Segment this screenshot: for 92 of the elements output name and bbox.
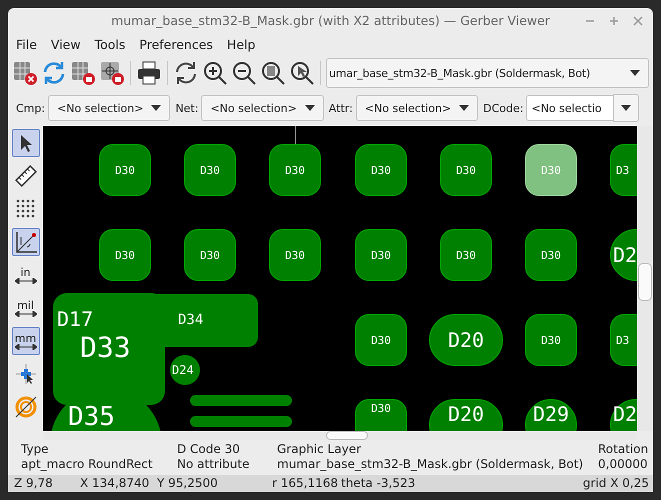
filter-label: Attr: [328, 102, 353, 115]
double-arrow-icon [14, 310, 36, 317]
pad: D30 [525, 314, 577, 366]
grid-icon [16, 199, 36, 220]
info-value: 0,00000 [598, 457, 648, 472]
pad: D30 [355, 144, 407, 196]
pad: D30 [269, 229, 321, 282]
pad: D2 [610, 399, 637, 432]
caret-icon [621, 105, 632, 112]
unit-button[interactable]: mil [12, 294, 40, 322]
menu-item[interactable]: View [50, 36, 81, 52]
pad: D30 [355, 229, 407, 282]
pad: D30 [99, 229, 151, 282]
window-title: mumar_base_stm32-B_Mask.gbr (with X2 attributes) — Gerber Viewer [111, 13, 550, 28]
dcode-field[interactable]: <No selectio [526, 95, 614, 122]
pad-label: D34 [178, 312, 204, 328]
redraw-icon[interactable] [173, 60, 199, 86]
pad: D30 [525, 229, 577, 282]
info-value: apt_macro RoundRect [21, 457, 153, 472]
info-heading: Type [21, 442, 50, 458]
unit-label: mm [14, 332, 36, 344]
radius-readout: r 165,1168 [272, 476, 338, 490]
pad-label: D33 [80, 331, 131, 364]
pad: D30 [440, 229, 492, 282]
pad-label: D24 [172, 363, 194, 378]
zoom-readout: Z 9,78 [14, 476, 53, 490]
filter-dropdown[interactable]: <No selection> [48, 95, 170, 122]
pad: D30 [355, 314, 407, 366]
reload-icon[interactable] [41, 60, 67, 86]
unit-button[interactable]: in [12, 261, 40, 290]
open-drill-icon[interactable] [99, 60, 125, 86]
open-gerber-icon[interactable] [70, 60, 96, 86]
pad-label: D17 [57, 307, 94, 332]
unit-button[interactable]: mm [12, 327, 40, 356]
x-coordinate: X 134,8740 [80, 476, 150, 490]
zoom-selection-icon[interactable] [289, 60, 315, 86]
zoom-out-icon[interactable] [231, 60, 257, 86]
dropdown-button[interactable] [613, 94, 640, 122]
round-pad [170, 355, 200, 386]
crosshair-cursor-icon [14, 363, 36, 386]
info-value: mumar_base_stm32-B_Mask.gbr (Soldermask, Bot) [277, 457, 584, 472]
gerber-canvas[interactable]: D30 D30 D30 D30 D30 D30 D3 D30 D30 D30 D30 D30 D30 D2 D30 D20 D30 D3 D30 D20 D29 D2 D17 D33 D34 D24 D35 [43, 126, 637, 432]
y-coordinate: Y 95,2500 [157, 476, 218, 490]
info-value: No attribute [177, 457, 250, 472]
horizontal-scrollbar[interactable] [43, 431, 637, 440]
pad: D20 [429, 399, 503, 432]
zoom-fit-icon[interactable] [260, 60, 286, 86]
high-contrast-icon [14, 396, 36, 418]
pad: D29 [525, 399, 577, 432]
menu-item[interactable]: File [16, 36, 37, 52]
grid-readout: grid X 0,25 [582, 476, 649, 490]
pad: D30 [525, 144, 577, 196]
pad: D3 [610, 314, 637, 366]
filter-dropdown[interactable]: <No selection> [201, 95, 324, 122]
pad: D30 [355, 399, 407, 432]
caret-icon [459, 105, 470, 112]
pad: D30 [184, 144, 236, 196]
pad: D30 [184, 229, 236, 282]
print-icon[interactable] [136, 60, 162, 86]
tool-button[interactable] [12, 129, 40, 158]
zoom-in-icon[interactable] [202, 60, 228, 86]
caret-icon [630, 70, 640, 76]
caret-icon [304, 105, 315, 112]
pad: D3 [610, 144, 637, 196]
pad: D2 [610, 229, 637, 282]
filter-label: DCode: [483, 102, 524, 115]
unit-label: in [20, 266, 31, 278]
pad: D30 [99, 144, 151, 196]
pad: D30 [440, 144, 492, 196]
pad: D30 [269, 144, 321, 196]
filter-label: Cmp: [16, 102, 46, 115]
pad: D20 [429, 314, 503, 366]
caret-icon [151, 105, 162, 112]
pad-label: D35 [68, 402, 115, 432]
menu-item[interactable]: Help [226, 36, 256, 52]
polar-coordinates-icon [14, 231, 36, 254]
menu-item[interactable]: Tools [94, 36, 126, 52]
unit-label: mil [17, 300, 34, 311]
filter-label: Net: [175, 102, 198, 115]
filter-dropdown[interactable]: <No selection> [356, 95, 478, 122]
info-heading: Graphic Layer [277, 442, 362, 458]
double-arrow-icon [14, 344, 36, 350]
info-heading: D Code 30 [177, 442, 241, 458]
menu-item[interactable]: Preferences [139, 36, 213, 52]
double-arrow-icon [14, 278, 36, 284]
tool-button[interactable] [12, 228, 40, 256]
theta-readout: theta -3,523 [341, 476, 416, 490]
vertical-scrollbar[interactable] [637, 126, 653, 432]
delete-layers-icon[interactable] [12, 60, 38, 86]
pointer-icon [18, 134, 32, 152]
info-heading: Rotation [598, 442, 648, 458]
layer-dropdown[interactable]: umar_base_stm32-B_Mask.gbr (Soldermask, Bot) [326, 58, 649, 88]
